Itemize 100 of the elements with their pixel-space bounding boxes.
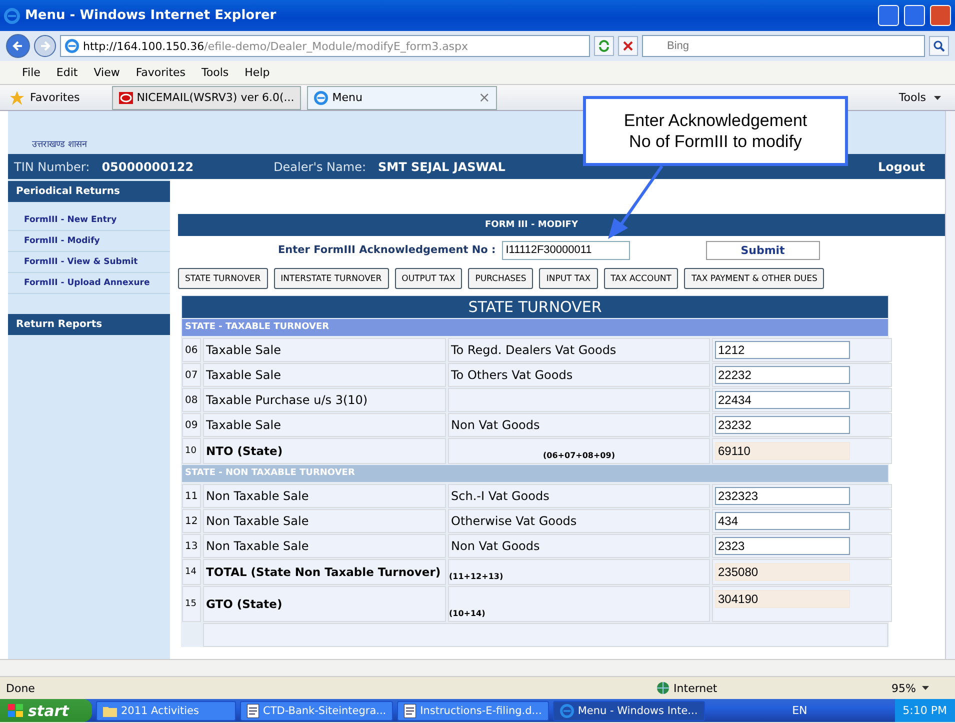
refresh-icon (598, 40, 610, 52)
section-tab[interactable]: TAX PAYMENT & OTHER DUES (684, 268, 824, 289)
browser-tab[interactable]: Menu × (307, 86, 498, 110)
row-number: 15 (182, 586, 201, 622)
menu-item[interactable]: Favorites (136, 66, 186, 79)
zone-text: Internet (674, 682, 718, 694)
formula-cell: (10+14) (448, 586, 710, 622)
item-cell: Taxable Sale (203, 413, 446, 437)
item-cell: TOTAL (State Non Taxable Turnover) (203, 559, 446, 585)
refresh-button[interactable] (594, 36, 614, 56)
amount-field[interactable]: 2323 (715, 537, 850, 555)
caret-icon (934, 96, 941, 100)
menu-item[interactable]: File (22, 66, 40, 79)
favorites-button[interactable]: Favorites (30, 91, 80, 104)
item-cell: Non Taxable Sale (203, 484, 446, 508)
group-heading: STATE - TAXABLE TURNOVER (182, 319, 888, 336)
item-cell: Taxable Sale (203, 363, 446, 387)
submit-button[interactable]: Submit (706, 240, 820, 260)
amount-field[interactable]: 22232 (715, 366, 850, 384)
row-number: 13 (182, 534, 201, 558)
dealer-label: Dealer's Name: (274, 160, 366, 174)
row-number: 11 (182, 484, 201, 508)
minimize-button[interactable] (878, 5, 899, 26)
forward-arrow-icon (39, 40, 51, 52)
row-number: 10 (182, 438, 201, 464)
acknowledgement-field[interactable]: I11112F30000011 (502, 240, 630, 260)
acknowledgement-label: Enter FormIII Acknowledgement No : (278, 244, 496, 256)
status-text: Done (6, 682, 35, 694)
row-number: 14 (182, 559, 201, 585)
mail-icon (118, 92, 133, 104)
start-button[interactable]: start (0, 699, 92, 722)
total-field[interactable]: 304190 (715, 590, 850, 608)
section-tab[interactable]: OUTPUT TAX (394, 268, 462, 289)
amount-field[interactable]: 22434 (715, 391, 850, 409)
total-field[interactable]: 69110 (715, 442, 850, 460)
sidebar-heading: Periodical Returns (8, 181, 170, 202)
detail-cell: Non Vat Goods (448, 413, 710, 437)
form-title: FORM III - MODIFY (178, 214, 945, 236)
section-tab[interactable]: INPUT TAX (539, 268, 598, 289)
item-cell: NTO (State) (203, 438, 446, 464)
taskbar-button[interactable]: Menu - Windows Inte... (552, 700, 705, 720)
document-icon (247, 704, 259, 718)
window-title: Menu - Windows Internet Explorer (25, 8, 278, 23)
sidebar-link[interactable]: FormIII - Modify (8, 231, 170, 252)
section-tab[interactable]: STATE TURNOVER (178, 268, 268, 289)
sidebar-link[interactable]: FormIII - Upload Annexure (8, 273, 170, 294)
document-icon (404, 704, 416, 718)
search-button[interactable] (929, 36, 949, 56)
taskbar-button[interactable]: Instructions-E-filing.d... (397, 700, 549, 720)
search-icon (933, 40, 945, 52)
section-tab[interactable]: PURCHASES (468, 268, 534, 289)
sidebar-link[interactable]: FormIII - View & Submit (8, 252, 170, 273)
taskbar-button[interactable]: CTD-Bank-Siteintegra... (240, 700, 394, 720)
menu-item[interactable]: Help (244, 66, 270, 79)
amount-field[interactable]: 1212 (715, 341, 850, 359)
row-number: 12 (182, 509, 201, 533)
dealer-name: SMT SEJAL JASWAL (378, 160, 506, 174)
taskbar-button[interactable]: 2011 Activities (96, 700, 236, 720)
address-field[interactable]: http://164.100.150.36/efile-demo/Dealer_Module/modifyE_form3.aspx (60, 35, 590, 57)
amount-field[interactable]: 434 (715, 512, 850, 530)
tin-number: 05000000122 (102, 160, 194, 174)
row-number: 06 (182, 338, 201, 362)
back-button[interactable] (6, 34, 30, 58)
total-field[interactable]: 235080 (715, 563, 850, 581)
row-number: 09 (182, 413, 201, 437)
menu-item[interactable]: Edit (56, 66, 78, 79)
section-tab[interactable]: INTERSTATE TURNOVER (274, 268, 389, 289)
section-tab[interactable]: TAX ACCOUNT (604, 268, 678, 289)
stop-button[interactable] (618, 36, 638, 56)
zoom-level[interactable]: 95% (892, 682, 916, 694)
item-cell: Non Taxable Sale (203, 534, 446, 558)
browser-tab[interactable]: NICEMAIL(WSRV3) ver 6.0(... (112, 86, 302, 110)
item-cell: GTO (State) (203, 586, 446, 622)
search-field[interactable]: Bing (642, 35, 925, 57)
detail-cell: Non Vat Goods (448, 534, 710, 558)
windows-logo-icon (8, 704, 24, 718)
formula-cell: (06+07+08+09) (448, 438, 710, 464)
forward-button[interactable] (34, 35, 56, 57)
star-icon (10, 90, 24, 104)
sidebar-link[interactable]: FormIII - New Entry (8, 210, 170, 231)
amount-field[interactable]: 23232 (715, 416, 850, 434)
tin-label: TIN Number: (14, 160, 90, 174)
clock: 5:10 PM (902, 704, 947, 717)
menu-item[interactable]: View (94, 66, 120, 79)
menu-item[interactable]: Tools (202, 66, 229, 79)
detail-cell: To Others Vat Goods (448, 363, 710, 387)
close-button[interactable] (930, 5, 951, 26)
close-tab-button[interactable]: × (478, 90, 490, 106)
item-cell: Taxable Sale (203, 338, 446, 362)
back-arrow-icon (12, 40, 24, 52)
detail-cell: Otherwise Vat Goods (448, 509, 710, 533)
item-cell: Taxable Purchase u/s 3(10) (203, 388, 446, 412)
amount-field[interactable]: 232323 (715, 487, 850, 505)
tools-button[interactable]: Tools (898, 91, 926, 104)
formula-cell: (11+12+13) (448, 559, 710, 585)
language-indicator[interactable]: EN (792, 704, 808, 717)
maximize-button[interactable] (904, 5, 925, 26)
logo-caption: उत्तराखण्ड शासन (32, 139, 87, 150)
logout-link[interactable]: Logout (878, 160, 925, 174)
table-title: STATE TURNOVER (182, 296, 888, 318)
